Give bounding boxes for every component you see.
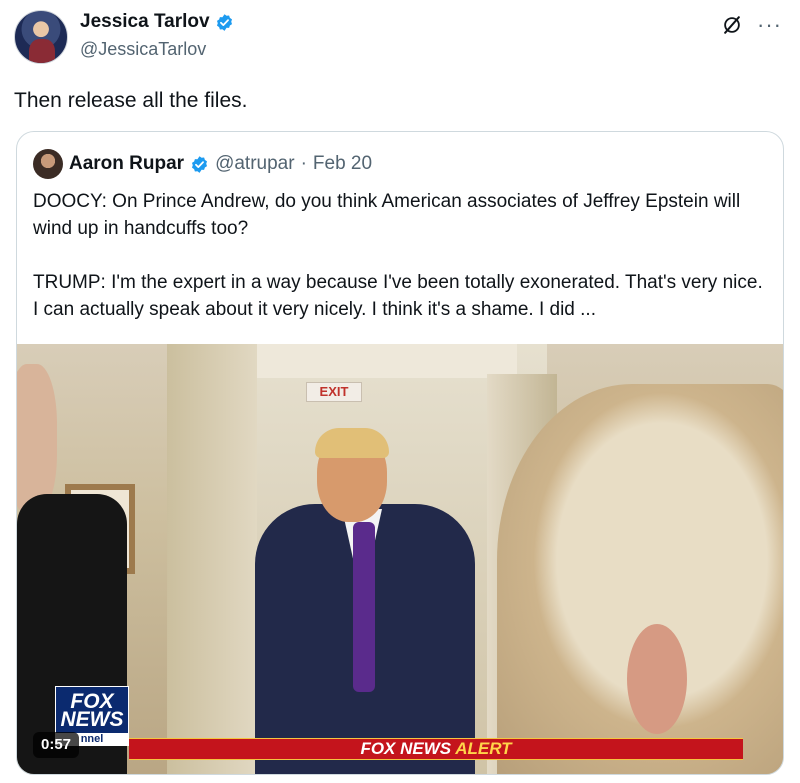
- author-display-name[interactable]: Jessica Tarlov: [80, 10, 234, 34]
- tweet-text: Then release all the files.: [14, 89, 248, 112]
- quoted-author-avatar: [33, 149, 63, 179]
- grok-icon[interactable]: [721, 14, 743, 36]
- quoted-paragraph-trump: TRUMP: I'm the expert in a way because I…: [33, 272, 763, 320]
- tweet-header: Jessica Tarlov @JessicaTarlov ···: [14, 8, 786, 64]
- quoted-author-name: Aaron Rupar: [69, 153, 185, 174]
- verified-badge-icon: [192, 155, 208, 173]
- quoted-tweet-card[interactable]: Aaron Rupar @atrupar · Feb 20 DOOCY: On …: [16, 131, 784, 775]
- more-options-icon[interactable]: ···: [757, 14, 782, 36]
- header-actions: ···: [721, 14, 782, 36]
- video-duration-badge: 0:57: [33, 732, 80, 758]
- verified-badge-icon: [216, 13, 232, 31]
- quoted-tweet-date: Feb 20: [312, 153, 373, 174]
- alert-prefix: FOX NEWS: [360, 739, 452, 758]
- video-scene-ear: [627, 624, 687, 734]
- exit-sign: EXIT: [306, 382, 362, 402]
- video-scene-ceiling: [237, 344, 517, 378]
- video-scene-speaker-hair: [315, 428, 389, 458]
- author-names: Jessica Tarlov @JessicaTarlov: [80, 10, 234, 61]
- quoted-paragraph-doocy: DOOCY: On Prince Andrew, do you think Am…: [33, 191, 741, 239]
- quoted-tweet-text: DOOCY: On Prince Andrew, do you think Am…: [33, 188, 763, 323]
- fox-news-alert-banner: FOX NEWS ALERT: [129, 738, 743, 760]
- video-player[interactable]: EXIT FOX NEWS nnel FOX NEWS ALERT 0:57: [17, 344, 783, 774]
- video-scene-person-left-head: [17, 364, 57, 514]
- author-display-name-text[interactable]: Jessica Tarlov: [80, 10, 210, 34]
- fox-logo-line2: NEWS: [60, 708, 124, 731]
- separator-dot: ·: [300, 153, 307, 174]
- author-avatar[interactable]: [14, 10, 68, 64]
- video-scene-door-left: [167, 344, 257, 774]
- author-handle[interactable]: @JessicaTarlov: [80, 37, 234, 61]
- video-scene-speaker-tie: [353, 522, 375, 692]
- alert-word: ALERT: [455, 739, 512, 758]
- quoted-tweet-header: Aaron Rupar @atrupar · Feb 20: [33, 149, 372, 179]
- quoted-author-handle: @atrupar: [215, 153, 295, 174]
